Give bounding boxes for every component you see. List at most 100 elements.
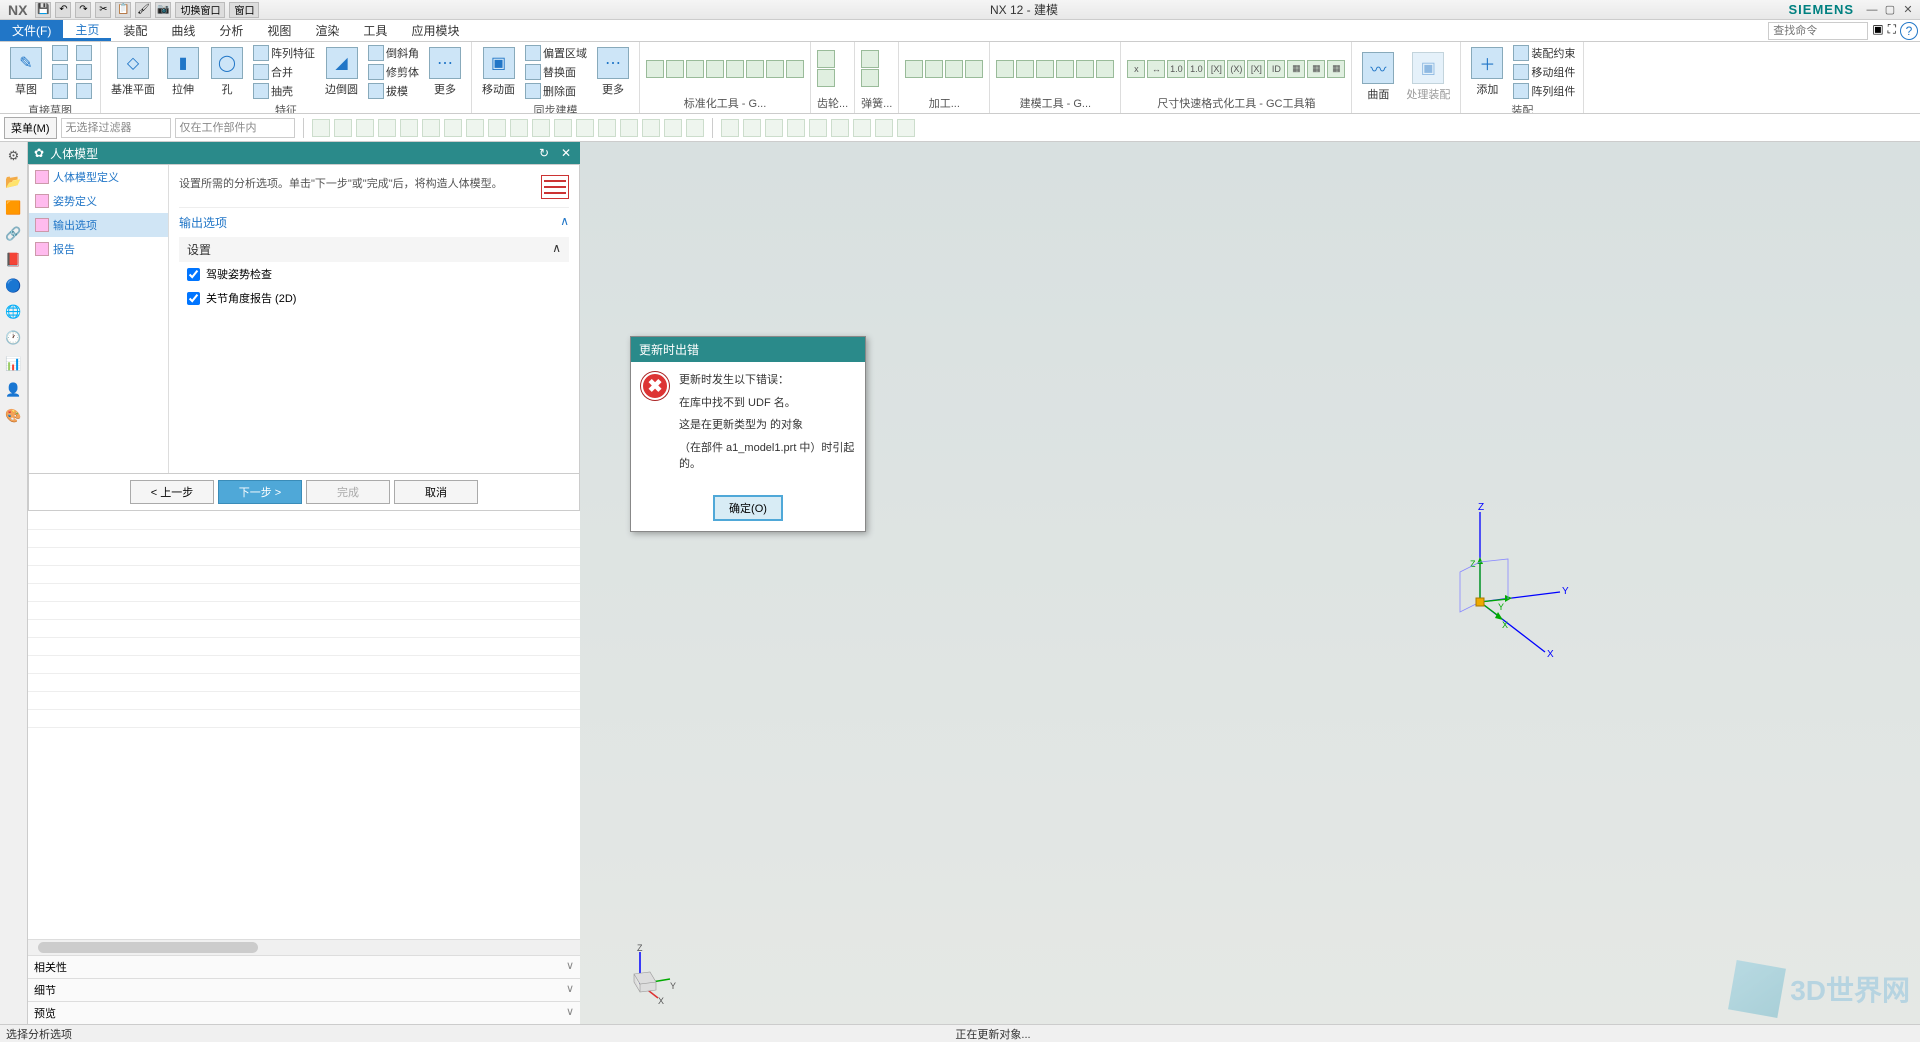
- selection-filter[interactable]: 无选择过滤器: [61, 118, 171, 138]
- close-icon[interactable]: ✕: [558, 145, 574, 161]
- reset-icon[interactable]: ↻: [536, 145, 552, 161]
- maximize-icon[interactable]: ▢: [1882, 3, 1898, 17]
- minimize-icon[interactable]: —: [1864, 3, 1880, 17]
- add-button[interactable]: ＋添加: [1467, 45, 1507, 99]
- camera-icon[interactable]: 📷: [155, 2, 171, 18]
- joint-angle-report[interactable]: 关节角度报告 (2D): [179, 286, 569, 310]
- nav-report[interactable]: 报告: [29, 237, 168, 261]
- assembly-navigator-icon[interactable]: 🟧: [4, 198, 24, 218]
- tab-analysis[interactable]: 分析: [207, 20, 255, 41]
- undo-icon[interactable]: ↶: [55, 2, 71, 18]
- gear-icon[interactable]: ⚙: [4, 146, 24, 166]
- asm-constraint-button[interactable]: 装配约束: [1511, 44, 1577, 62]
- rect-icon[interactable]: [50, 63, 70, 81]
- history-icon[interactable]: 🕐: [4, 328, 24, 348]
- help-icon[interactable]: ?: [1900, 22, 1918, 40]
- cut-icon[interactable]: ✂: [95, 2, 111, 18]
- proc-tools-grid[interactable]: [905, 60, 983, 78]
- spring-icon[interactable]: [861, 50, 879, 68]
- preview-section[interactable]: 预览∨: [28, 1001, 580, 1024]
- cancel-button[interactable]: 取消: [394, 480, 478, 504]
- save-icon[interactable]: 💾: [35, 2, 51, 18]
- toolbar-icon[interactable]: [378, 119, 396, 137]
- toolbar-icon[interactable]: [532, 119, 550, 137]
- visual-icon[interactable]: 🎨: [4, 406, 24, 426]
- sync-more-button[interactable]: ⋯更多: [593, 45, 633, 99]
- move-face-button[interactable]: ▣移动面: [478, 45, 519, 99]
- toolbar-icon[interactable]: [831, 119, 849, 137]
- model-tools-grid[interactable]: [996, 60, 1114, 78]
- gear-icon[interactable]: ✿: [34, 146, 44, 160]
- toolbar-icon[interactable]: [356, 119, 374, 137]
- next-button[interactable]: 下一步 >: [218, 480, 302, 504]
- output-options-header[interactable]: 输出选项∧: [179, 207, 569, 237]
- toolbar-icon[interactable]: [809, 119, 827, 137]
- process-icon[interactable]: 📊: [4, 354, 24, 374]
- edge-blend-button[interactable]: ◢边倒圆: [321, 45, 362, 99]
- tab-assembly[interactable]: 装配: [111, 20, 159, 41]
- line-icon[interactable]: [50, 44, 70, 62]
- draft-button[interactable]: 拔模: [366, 82, 421, 100]
- move-component-button[interactable]: 移动组件: [1511, 63, 1577, 81]
- nav-output-options[interactable]: 输出选项: [29, 213, 168, 237]
- hole-button[interactable]: ◯孔: [207, 45, 247, 99]
- arc-icon[interactable]: [74, 44, 94, 62]
- detail-section[interactable]: 细节∨: [28, 978, 580, 1001]
- toolbar-icon[interactable]: [598, 119, 616, 137]
- menu-button[interactable]: 菜单(M): [4, 117, 57, 139]
- constraint-navigator-icon[interactable]: 🔗: [4, 224, 24, 244]
- unite-button[interactable]: 合并: [251, 63, 317, 81]
- finish-button[interactable]: 完成: [306, 480, 390, 504]
- toolbar-icon[interactable]: [466, 119, 484, 137]
- scope-filter[interactable]: 仅在工作部件内: [175, 118, 295, 138]
- toolbar-icon[interactable]: [853, 119, 871, 137]
- trim-body-button[interactable]: 修剪体: [366, 63, 421, 81]
- sketch-button[interactable]: ✎草图: [6, 45, 46, 99]
- driving-posture-checkbox[interactable]: [187, 268, 200, 281]
- error-dialog-title[interactable]: 更新时出错: [631, 337, 865, 362]
- spring-icon-2[interactable]: [861, 69, 879, 87]
- toolbar-icon[interactable]: [765, 119, 783, 137]
- browser-icon[interactable]: 🌐: [4, 302, 24, 322]
- chamfer-button[interactable]: 倒斜角: [366, 44, 421, 62]
- ok-button[interactable]: 确定(O): [713, 495, 783, 521]
- toolbar-icon[interactable]: [312, 119, 330, 137]
- feature-more-button[interactable]: ⋯更多: [425, 45, 465, 99]
- switch-window-button[interactable]: 切换窗口: [175, 2, 225, 18]
- circle-icon[interactable]: [50, 82, 70, 100]
- nav-human-model-def[interactable]: 人体模型定义: [29, 165, 168, 189]
- delete-face-button[interactable]: 删除面: [523, 82, 589, 100]
- spline-icon[interactable]: [74, 63, 94, 81]
- window-button[interactable]: 窗口: [229, 2, 259, 18]
- toolbar-icon[interactable]: [642, 119, 660, 137]
- surface-button[interactable]: 〰曲面: [1358, 50, 1398, 104]
- command-search-input[interactable]: [1768, 22, 1868, 40]
- gear-icon-2[interactable]: [817, 69, 835, 87]
- toolbar-icon[interactable]: [875, 119, 893, 137]
- toolbar-icon[interactable]: [444, 119, 462, 137]
- horizontal-scrollbar[interactable]: [28, 939, 580, 955]
- toolbar-icon[interactable]: [620, 119, 638, 137]
- toolbar-icon[interactable]: [576, 119, 594, 137]
- graphics-viewport[interactable]: Z Y X Z Y X Z Y X 3D世界网: [580, 142, 1920, 1024]
- datum-plane-button[interactable]: ◇基准平面: [107, 45, 159, 99]
- tab-curve[interactable]: 曲线: [159, 20, 207, 41]
- part-navigator-icon[interactable]: 📂: [4, 172, 24, 192]
- offset-region-button[interactable]: 偏置区域: [523, 44, 589, 62]
- tab-view[interactable]: 视图: [255, 20, 303, 41]
- tab-render[interactable]: 渲染: [303, 20, 351, 41]
- toolbar-icon[interactable]: [664, 119, 682, 137]
- toolbar-icon[interactable]: [422, 119, 440, 137]
- related-section[interactable]: 相关性∨: [28, 955, 580, 978]
- restore-icon[interactable]: ▣: [1872, 22, 1883, 39]
- brush-icon[interactable]: 🖌: [135, 2, 151, 18]
- settings-header[interactable]: 设置∧: [179, 237, 569, 262]
- driving-posture-check[interactable]: 驾驶姿势检查: [179, 262, 569, 286]
- close-icon[interactable]: ✕: [1900, 3, 1916, 17]
- point-icon[interactable]: [74, 82, 94, 100]
- tree-area[interactable]: [28, 511, 580, 939]
- toolbar-icon[interactable]: [721, 119, 739, 137]
- fullscreen-icon[interactable]: ⛶: [1888, 22, 1896, 39]
- toolbar-icon[interactable]: [488, 119, 506, 137]
- dim-tools-grid[interactable]: x↔1.01.0[X](X)[X]ID▦▦▦: [1127, 60, 1345, 78]
